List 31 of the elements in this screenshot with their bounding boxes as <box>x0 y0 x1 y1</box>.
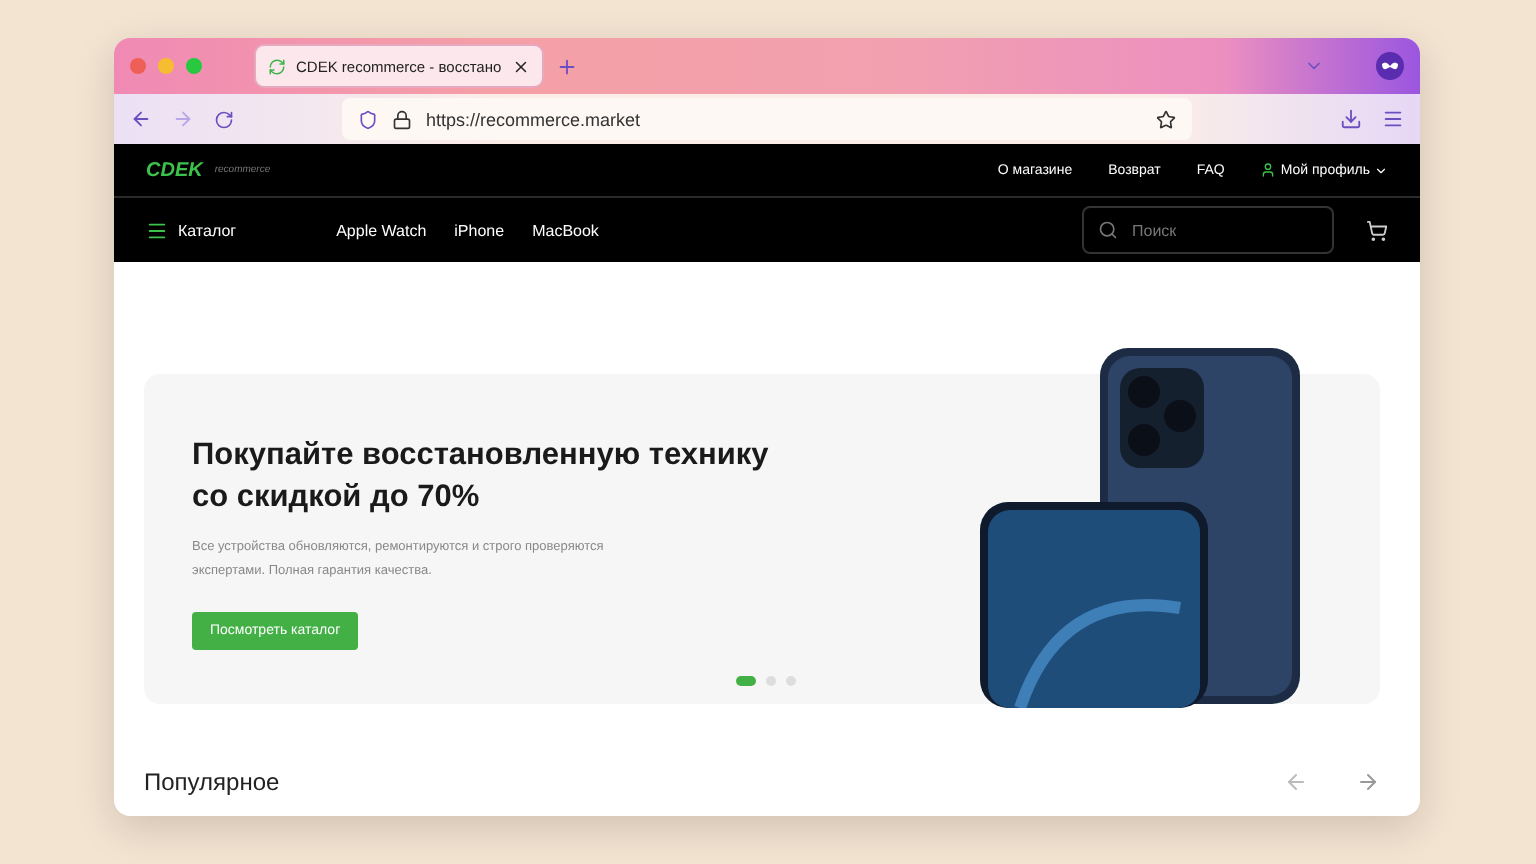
forward-icon[interactable] <box>172 108 194 130</box>
close-icon[interactable] <box>511 57 530 75</box>
logo[interactable]: CDEK <box>146 159 203 181</box>
nav-link[interactable]: iPhone <box>454 221 505 239</box>
hero-title: Покупайте восстановленную технику со скидкой до 70% <box>192 436 771 518</box>
loading-icon <box>268 57 286 75</box>
download-icon[interactable] <box>1340 108 1362 130</box>
catalog-link[interactable]: Каталог <box>178 221 237 239</box>
nav-link[interactable]: Apple Watch <box>336 221 427 239</box>
menu-icon[interactable] <box>146 219 168 241</box>
private-mask-icon[interactable] <box>1376 52 1404 80</box>
slide-dot[interactable] <box>786 676 796 686</box>
new-tab-icon[interactable] <box>555 55 578 77</box>
search-icon <box>1098 220 1118 240</box>
url-text: https://recommerce.market <box>426 109 643 129</box>
lock-icon <box>392 109 412 129</box>
reload-icon[interactable] <box>214 109 234 129</box>
shield-icon <box>358 109 378 129</box>
back-icon[interactable] <box>130 108 152 130</box>
previous-icon[interactable] <box>1284 770 1308 794</box>
cart-icon[interactable] <box>1366 219 1388 241</box>
nav-link[interactable]: MacBook <box>532 221 599 239</box>
chevron-down-icon <box>1374 163 1388 177</box>
user-icon <box>1260 162 1277 178</box>
menu-icon[interactable] <box>1382 108 1404 130</box>
star-icon[interactable] <box>1156 109 1176 129</box>
address-bar[interactable]: https://recommerce.market <box>342 98 1192 140</box>
slide-dot[interactable] <box>766 676 776 686</box>
search-field[interactable]: Поиск <box>1082 206 1334 254</box>
section-title: Популярное <box>144 768 280 796</box>
next-icon[interactable] <box>1356 770 1380 794</box>
